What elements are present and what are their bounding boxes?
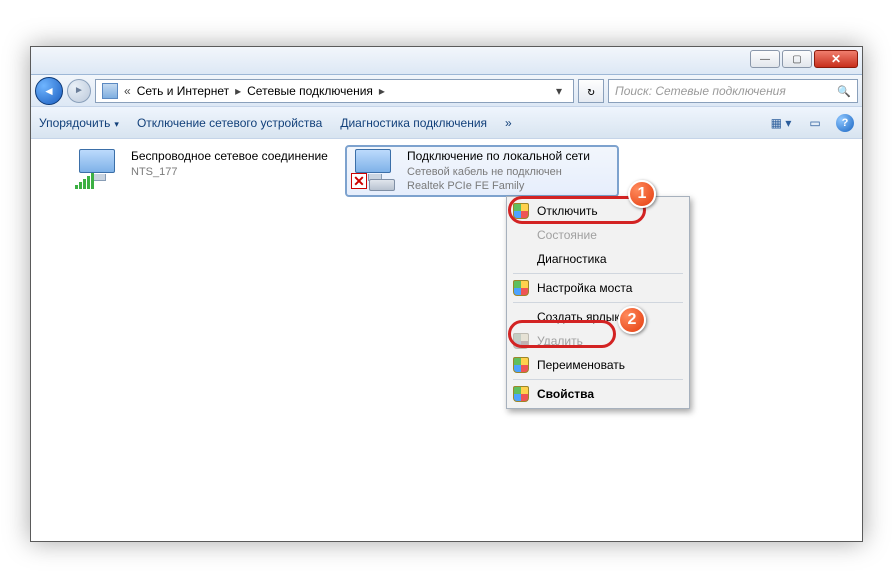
menu-create-shortcut[interactable]: Создать ярлык (509, 305, 687, 329)
menu-delete: Удалить (509, 329, 687, 353)
address-bar[interactable]: « Сеть и Интернет ▸ Сетевые подключения … (95, 79, 574, 103)
menu-properties[interactable]: Свойства (509, 382, 687, 406)
maximize-button[interactable]: ▢ (782, 50, 812, 68)
uac-shield-icon (513, 333, 529, 349)
connection-item-lan[interactable]: ✕ Подключение по локальной сети Сетевой … (347, 147, 617, 195)
toolbar-diagnose[interactable]: Диагностика подключения (340, 116, 487, 130)
toolbar-disable-device[interactable]: Отключение сетевого устройства (137, 116, 322, 130)
connection-status: Сетевой кабель не подключен (407, 165, 590, 179)
menu-diagnostics[interactable]: Диагностика (509, 247, 687, 271)
menu-separator (513, 302, 683, 303)
uac-shield-icon (513, 386, 529, 402)
nav-row: « Сеть и Интернет ▸ Сетевые подключения … (31, 75, 862, 107)
uac-shield-icon (513, 280, 529, 296)
minimize-button[interactable]: — (750, 50, 780, 68)
annotation-badge-1: 1 (628, 180, 656, 208)
back-button[interactable] (35, 77, 63, 105)
location-icon (102, 83, 118, 99)
menu-status: Состояние (509, 223, 687, 247)
breadcrumb-part-2[interactable]: Сетевые подключения (247, 84, 373, 98)
lan-icon: ✕ (351, 149, 399, 189)
view-button[interactable]: ▦ ▾ (768, 112, 794, 134)
menu-separator (513, 379, 683, 380)
breadcrumb-chevron: ▸ (379, 84, 385, 98)
address-dropdown[interactable]: ▾ (551, 84, 567, 98)
menu-disable[interactable]: Отключить (509, 199, 687, 223)
annotation-badge-2: 2 (618, 306, 646, 334)
connection-title: Подключение по локальной сети (407, 149, 590, 165)
toolbar-overflow[interactable]: » (505, 116, 512, 130)
toolbar: Упорядочить Отключение сетевого устройст… (31, 107, 862, 139)
breadcrumb-part-1[interactable]: Сеть и Интернет (137, 84, 229, 98)
connection-item-wireless[interactable]: Беспроводное сетевое соединение NTS_177 (71, 147, 341, 191)
connection-device: Realtek PCIe FE Family (407, 179, 590, 193)
uac-shield-icon (513, 357, 529, 373)
menu-rename[interactable]: Переименовать (509, 353, 687, 377)
content-area: Беспроводное сетевое соединение NTS_177 … (31, 139, 862, 541)
toolbar-organize[interactable]: Упорядочить (39, 116, 119, 130)
breadcrumb-chevron: « (124, 84, 131, 98)
search-input[interactable]: Поиск: Сетевые подключения (608, 79, 858, 103)
connection-title: Беспроводное сетевое соединение (131, 149, 328, 165)
context-menu: Отключить Состояние Диагностика Настройк… (506, 196, 690, 409)
titlebar: — ▢ ✕ (31, 47, 862, 75)
menu-separator (513, 273, 683, 274)
refresh-button[interactable]: ↻ (578, 79, 604, 103)
search-icon (837, 84, 851, 98)
connection-status: NTS_177 (131, 165, 328, 179)
wireless-icon (75, 149, 123, 189)
close-button[interactable]: ✕ (814, 50, 858, 68)
menu-bridge[interactable]: Настройка моста (509, 276, 687, 300)
breadcrumb-chevron: ▸ (235, 84, 241, 98)
forward-button[interactable] (67, 79, 91, 103)
uac-shield-icon (513, 203, 529, 219)
preview-pane-button[interactable]: ▭ (802, 112, 828, 134)
help-button[interactable]: ? (836, 114, 854, 132)
explorer-window: — ▢ ✕ « Сеть и Интернет ▸ Сетевые подклю… (30, 46, 863, 542)
search-placeholder: Поиск: Сетевые подключения (615, 84, 786, 98)
